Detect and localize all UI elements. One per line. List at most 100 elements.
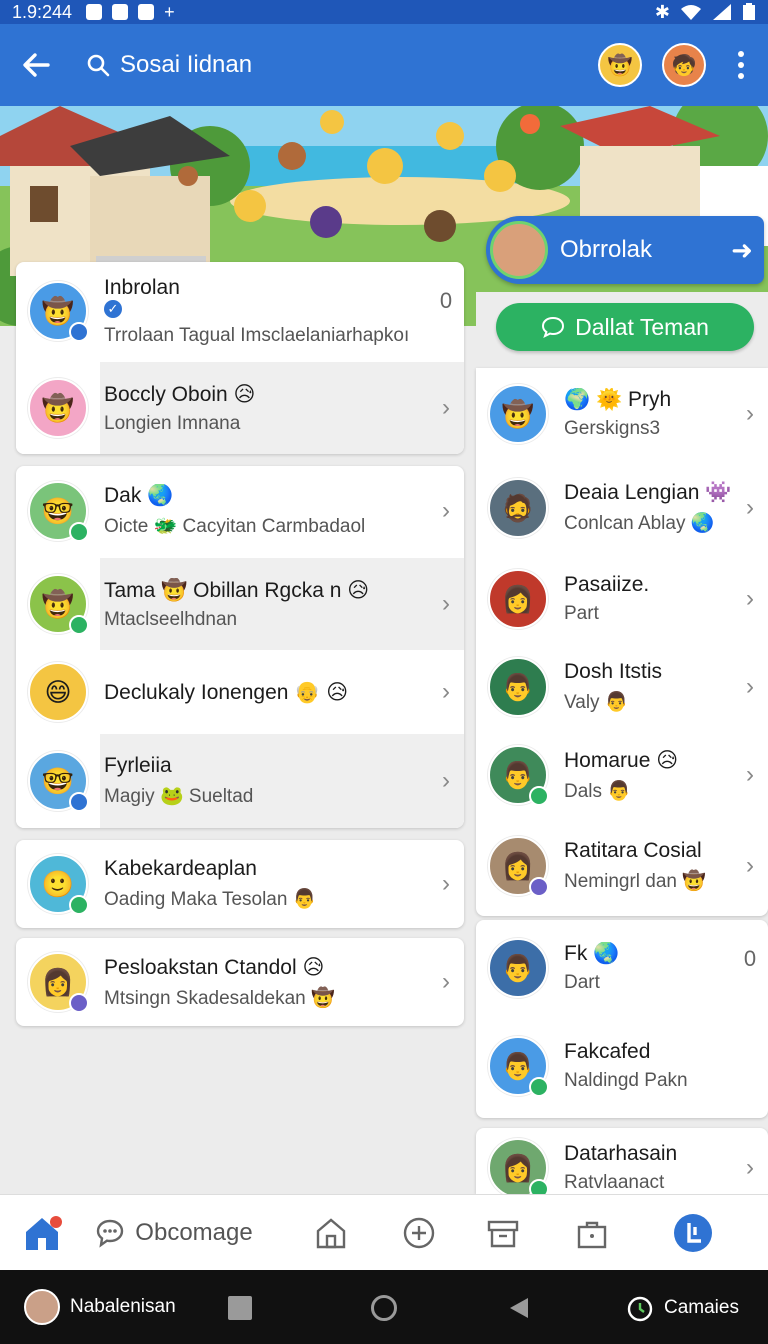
avatar: 🤠 [28, 378, 88, 438]
chevron-right-icon: › [442, 497, 450, 524]
app-notification-icon [86, 4, 103, 20]
contact-subtitle: Mtaclseelhdnan [104, 608, 238, 630]
online-status-badge [69, 895, 89, 915]
camera-shortcut[interactable]: Camaies [626, 1294, 739, 1322]
online-status-badge [529, 1077, 549, 1097]
system-user[interactable]: Nabalenisan [24, 1289, 176, 1325]
online-status-badge [529, 786, 549, 806]
chat-card-2: 🤓 Dak 🌏 Oicte 🐲 Cacyitan Carmbadaol › 🤠 Tama … [16, 466, 464, 828]
nav-profile[interactable] [618, 1213, 768, 1253]
contact-name: Tama 🤠 Obillan Rgcka n 😥 [104, 578, 370, 602]
add-friend-label: Dallat Teman [575, 313, 709, 340]
nav-home-active[interactable] [0, 1214, 84, 1252]
left_list-item[interactable]: 🙂 Kabekardeaplan Oading Maka Tesolan 👨 › [16, 840, 464, 928]
online-status-badge [69, 993, 89, 1013]
right_list-item[interactable]: 👨 Fk 🌏 Dart 0 [476, 920, 768, 1016]
recent-apps-button[interactable] [228, 1296, 252, 1320]
nav-add[interactable] [398, 1216, 440, 1250]
avatar: 🧔 [488, 478, 548, 538]
system-user-name: Nabalenisan [70, 1296, 176, 1317]
system-navigation-bar: Nabalenisan Camaies [0, 1270, 768, 1344]
right_list-item[interactable]: 👩 Pasaiize. Part › [476, 556, 768, 642]
search-field[interactable]: Sosai Iidnan [86, 51, 252, 79]
chevron-right-icon: › [746, 400, 754, 427]
avatar: 🤠 [28, 281, 89, 342]
chat-card-1: 🤠 Inbrolan ✓ Trrolaan Tagual Imsclaelaniarh… [16, 262, 464, 454]
online-status-badge [69, 522, 89, 542]
contact-subtitle: Trrolaan Tagual Imsclaelaniarhapkoı [104, 324, 410, 346]
online-status-badge [69, 792, 89, 812]
left_list-item[interactable]: 🤠 Boccly Oboin 😥 Longien Imnana › [16, 362, 464, 454]
right_list-item[interactable]: 🧔 Deaia Lengian 👾 Conlcan Ablay 🌏 › [476, 460, 768, 556]
back-arrow-icon [23, 53, 50, 77]
avatar: 🤠 [28, 574, 89, 635]
battery-icon [743, 3, 755, 20]
contact-name: Fk 🌏 [564, 942, 620, 965]
home-button[interactable] [371, 1295, 397, 1321]
featured-chat-button[interactable]: Obrrolak ➜ [486, 216, 764, 284]
system-user-avatar [24, 1289, 60, 1325]
right_list-item[interactable]: 👨 Homarue 😥 Dals 👨 › [476, 732, 768, 818]
contact-subtitle: Nemingrl dan 🤠 [564, 871, 706, 892]
contact-name: 🌍 🌞 Pryh [564, 388, 672, 411]
more-options-icon[interactable] [726, 51, 756, 79]
chevron-right-icon: › [442, 678, 450, 705]
avatar: 👩 [488, 569, 548, 629]
featured-label: Obrrolak [560, 236, 653, 263]
unread-count: 0 [439, 288, 453, 313]
nav-shop[interactable] [566, 1216, 618, 1250]
contact-name: Declukaly Ionengen 👴 😥 [104, 680, 349, 704]
chat-bubble-icon [542, 316, 565, 338]
app-title: Sosai Iidnan [120, 51, 253, 78]
back-button-system[interactable] [508, 1296, 530, 1320]
left_list-item[interactable]: 🤠 Tama 🤠 Obillan Rgcka n 😥 Mtaclseelhdnan › [16, 558, 464, 650]
chevron-right-icon: › [746, 494, 754, 521]
contact-name: Kabekardeaplan [104, 857, 257, 880]
online-status-badge [529, 877, 549, 897]
verified-icon: ✓ [104, 299, 122, 318]
chevron-right-icon: › [442, 394, 450, 421]
chevron-right-icon: › [746, 761, 754, 788]
chat-card-4: 👩 Pesloakstan Ctandol 😥 Mtsingn Skadesalde… [16, 938, 464, 1026]
right_list-item[interactable]: 👩 Datarhasain Ratvlaanact › [476, 1128, 768, 1194]
online-status-badge [69, 322, 89, 342]
contact-subtitle: Ratvlaanact [564, 1172, 665, 1193]
right_list-item[interactable]: 👩 Ratitara Cosial Nemingrl dan 🤠 › [476, 818, 768, 914]
contact-subtitle: Oicte 🐲 Cacyitan Carmbadaol [104, 516, 366, 537]
profile-avatar-2[interactable]: 🧒 [662, 43, 706, 87]
avatar: 👨 [488, 1036, 549, 1097]
left_list-item[interactable]: 🤠 Inbrolan ✓ Trrolaan Tagual Imsclaelaniarh… [16, 262, 464, 360]
edit-notification-icon [112, 4, 129, 20]
home-filled-icon [26, 1215, 62, 1250]
avatar: 😄 [28, 662, 88, 722]
back-button[interactable] [0, 24, 72, 106]
wifi-icon [681, 5, 701, 20]
nav-archive[interactable] [440, 1216, 566, 1250]
add-friend-button[interactable]: Dallat Teman [496, 303, 754, 351]
right_list-item[interactable]: 🤠 🌍 🌞 Pryh Gerskigns3 › [476, 368, 768, 460]
friend-card-2: 👨 Fk 🌏 Dart 0 👨 Fakcafed Naldingd Pakn [476, 920, 768, 1118]
left_list-item[interactable]: 🤓 Fyrleiia Magiy 🐸 Sueltad › [16, 734, 464, 828]
contact-name: Homarue 😥 [564, 748, 679, 772]
contact-name: Ratitara Cosial [564, 839, 702, 862]
nav-messages[interactable]: Obcomage [84, 1218, 264, 1248]
contact-name: Fyrleiia [104, 754, 172, 777]
contact-name: Boccly Oboin 😥 [104, 382, 256, 406]
unread-count: 0 [743, 946, 757, 971]
avatar: 👨 [488, 745, 549, 806]
timer-icon [627, 1296, 653, 1322]
avatar: 👨 [488, 657, 548, 717]
left_list-item[interactable]: 👩 Pesloakstan Ctandol 😥 Mtsingn Skadesalde… [16, 938, 464, 1026]
chevron-right-icon: › [746, 585, 754, 612]
nav-house[interactable] [264, 1216, 398, 1250]
nav-messages-label: Obcomage [135, 1218, 253, 1246]
right_list-item[interactable]: 👨 Dosh Itstis Valy 👨 › [476, 642, 768, 732]
contact-subtitle: Dals 👨 [564, 780, 631, 802]
contact-subtitle: Gerskigns3 [564, 418, 661, 439]
left_list-item[interactable]: 😄 Declukaly Ionengen 👴 😥 › [16, 652, 464, 732]
plus-notification-icon: + [164, 1, 175, 22]
profile-avatar-1[interactable]: 🤠 [598, 43, 642, 87]
left_list-item[interactable]: 🤓 Dak 🌏 Oicte 🐲 Cacyitan Carmbadaol › [16, 466, 464, 556]
avatar: 👩 [488, 836, 549, 897]
right_list-item[interactable]: 👨 Fakcafed Naldingd Pakn [476, 1016, 768, 1116]
